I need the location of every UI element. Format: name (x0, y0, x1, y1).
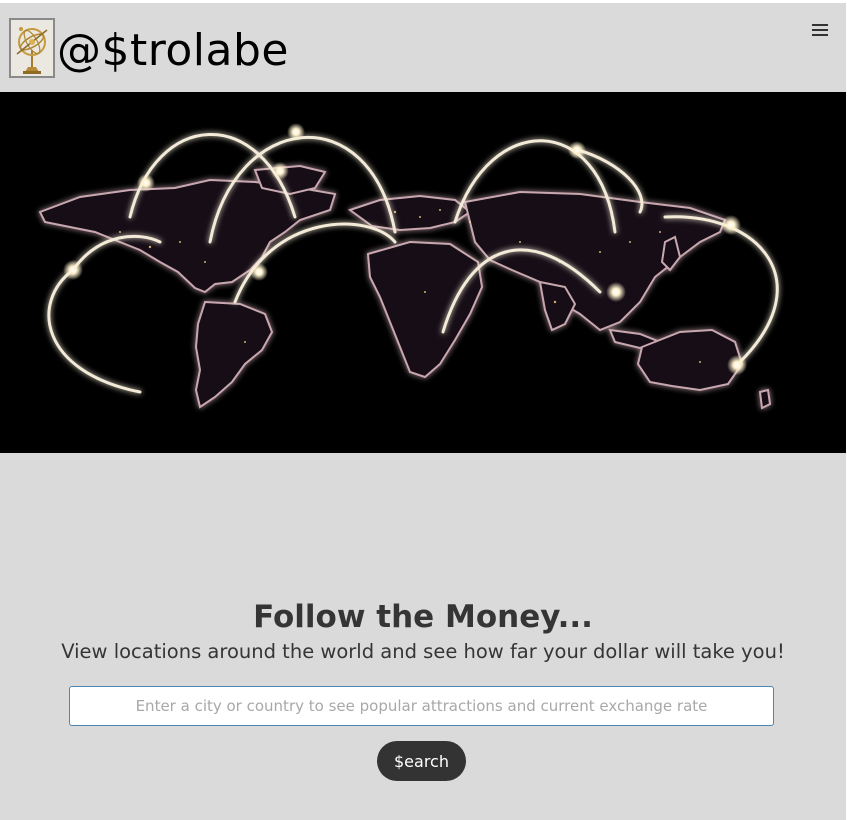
page: @$trolabe Follow the Money... View locat… (0, 3, 846, 820)
site-header: @$trolabe (0, 3, 846, 92)
menu-bar (812, 34, 828, 36)
brand-title[interactable]: @$trolabe (57, 23, 289, 79)
menu-bar (812, 24, 828, 26)
page-subheadline: View locations around the world and see … (61, 640, 785, 663)
world-map-network-image (0, 92, 846, 453)
hamburger-menu-icon[interactable] (806, 19, 834, 41)
page-headline: Follow the Money... (253, 599, 593, 635)
astrolabe-icon (11, 20, 53, 76)
search-input[interactable] (69, 686, 774, 726)
menu-bar (812, 29, 828, 31)
logo[interactable] (9, 18, 55, 78)
search-button[interactable]: $earch (377, 741, 466, 781)
hero-banner (0, 92, 846, 453)
